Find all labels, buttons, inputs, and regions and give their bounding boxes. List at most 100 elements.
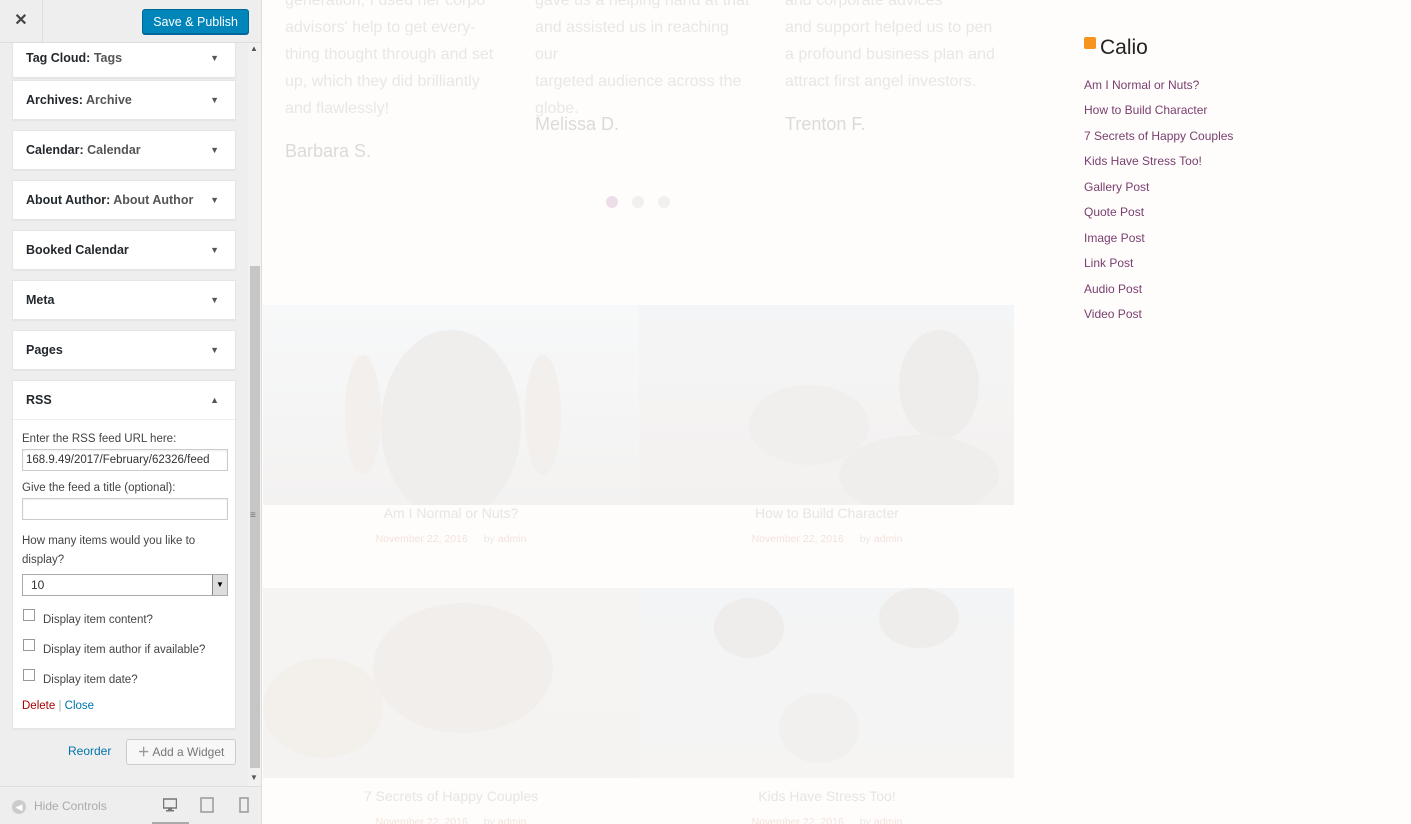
expand-arrow-icon[interactable]: ▼ [210, 181, 219, 219]
rss-link[interactable]: Quote Post [1084, 205, 1144, 219]
add-widget-button[interactable]: ＋ Add a Widget [126, 739, 236, 765]
dropdown-arrow-icon[interactable]: ▼ [212, 575, 227, 595]
feed-title-input[interactable] [22, 498, 228, 520]
post-author[interactable]: admin [874, 533, 903, 545]
rss-url-input[interactable] [22, 449, 228, 471]
expand-arrow-icon[interactable]: ▼ [210, 231, 219, 269]
widget-meta[interactable]: Meta ▼ [12, 280, 236, 320]
delete-widget-link[interactable]: Delete [22, 700, 55, 712]
rss-link[interactable]: How to Build Character [1084, 103, 1207, 117]
post-meta: November 22, 2016 by admin [639, 816, 1015, 824]
post-thumbnail[interactable] [639, 588, 1014, 778]
widget-type: Archives: [26, 93, 83, 107]
rss-link[interactable]: Audio Post [1084, 282, 1142, 296]
post-title[interactable]: 7 Secrets of Happy Couples [263, 788, 639, 804]
widgets-panel: Tag Cloud: Tags ▼ Archives: Archive ▼ Ca… [0, 42, 248, 786]
widget-title: Archive [86, 93, 132, 107]
testimonial-line: advisors' help to get every- [285, 19, 476, 36]
display-date-checkbox[interactable] [23, 669, 35, 681]
widget-header[interactable]: Calendar: Calendar ▼ [13, 131, 235, 169]
close-customizer-button[interactable]: ✕ [0, 0, 43, 42]
reorder-link[interactable]: Reorder [68, 744, 111, 758]
mobile-preview-icon[interactable] [237, 797, 251, 813]
slider-dot[interactable] [632, 196, 644, 208]
testimonial-line: attract first angel investors. [785, 73, 977, 90]
widget-pages[interactable]: Pages ▼ [12, 330, 236, 370]
desktop-preview-icon[interactable] [163, 797, 177, 813]
testimonial-line: and flawlessly! [285, 100, 390, 117]
expand-arrow-icon[interactable]: ▼ [210, 42, 219, 77]
expand-arrow-icon[interactable]: ▼ [210, 131, 219, 169]
post-title[interactable]: Kids Have Stress Too! [639, 788, 1015, 804]
widget-header[interactable]: Archives: Archive ▼ [13, 81, 235, 119]
widget-about-author[interactable]: About Author: About Author ▼ [12, 180, 236, 220]
collapse-circle-icon: ◀ [12, 800, 26, 814]
customizer-header: ✕ Save & Publish [0, 0, 261, 43]
post-date[interactable]: November 22, 2016 [376, 816, 468, 824]
testimonial-text: generation, I used her corpo advisors' h… [285, 0, 500, 122]
option-display-content[interactable]: Display item content? [22, 608, 226, 638]
add-widget-label: Add a Widget [152, 745, 225, 759]
items-count-select[interactable]: 10 ▼ [22, 574, 228, 596]
post-date[interactable]: November 22, 2016 [752, 816, 844, 824]
rss-link[interactable]: Kids Have Stress Too! [1084, 154, 1202, 168]
display-content-checkbox[interactable] [23, 609, 35, 621]
collapse-arrow-icon[interactable]: ▲ [210, 381, 219, 419]
post-by: by [483, 816, 495, 824]
post-thumbnail[interactable] [263, 588, 639, 778]
post-thumbnail[interactable] [639, 305, 1014, 505]
rss-url-label: Enter the RSS feed URL here: [22, 433, 177, 445]
widget-booked-calendar[interactable]: Booked Calendar ▼ [12, 230, 236, 270]
site-preview: generation, I used her corpo advisors' h… [262, 0, 1411, 824]
post-author[interactable]: admin [498, 816, 527, 824]
post-thumbnail-image [714, 588, 959, 763]
post-author[interactable]: admin [874, 816, 903, 824]
post-title[interactable]: Am I Normal or Nuts? [263, 505, 639, 521]
widget-type: Booked Calendar [26, 243, 129, 257]
tablet-preview-icon[interactable] [200, 797, 214, 813]
widget-header[interactable]: Booked Calendar ▼ [13, 231, 235, 269]
option-display-author[interactable]: Display item author if available? [22, 638, 226, 668]
rss-widget-title[interactable]: Calio [1100, 36, 1148, 60]
display-author-checkbox[interactable] [23, 639, 35, 651]
close-widget-link[interactable]: Close [65, 700, 94, 712]
hide-controls-label: Hide Controls [34, 799, 107, 813]
expand-arrow-icon[interactable]: ▼ [210, 281, 219, 319]
widget-type: Pages [26, 343, 63, 357]
scroll-down-icon[interactable]: ▼ [250, 773, 258, 782]
resize-handle-icon[interactable]: ≡ [250, 510, 256, 521]
slider-dot[interactable] [658, 196, 670, 208]
rss-feed-icon[interactable] [1084, 37, 1096, 49]
post-title[interactable]: How to Build Character [639, 505, 1015, 521]
widget-header[interactable]: RSS ▲ [13, 381, 235, 419]
rss-link[interactable]: Am I Normal or Nuts? [1084, 78, 1199, 92]
post-date[interactable]: November 22, 2016 [752, 533, 844, 545]
save-publish-button[interactable]: Save & Publish [142, 9, 249, 34]
plus-icon: ＋ [137, 745, 150, 759]
widget-calendar[interactable]: Calendar: Calendar ▼ [12, 130, 236, 170]
rss-link[interactable]: Video Post [1084, 307, 1142, 321]
option-display-date[interactable]: Display item date? [22, 668, 226, 698]
expand-arrow-icon[interactable]: ▼ [210, 81, 219, 119]
rss-link[interactable]: Image Post [1084, 231, 1145, 245]
widget-header[interactable]: Meta ▼ [13, 281, 235, 319]
rss-link[interactable]: Link Post [1084, 256, 1133, 270]
expand-arrow-icon[interactable]: ▼ [210, 331, 219, 369]
widget-header[interactable]: Tag Cloud: Tags ▼ [13, 42, 235, 77]
widget-rss: RSS ▲ Enter the RSS feed URL here: Give … [12, 380, 236, 729]
hide-controls-button[interactable]: ◀ Hide Controls [12, 799, 107, 814]
widget-header[interactable]: Pages ▼ [13, 331, 235, 369]
rss-link[interactable]: Gallery Post [1084, 180, 1149, 194]
post-thumbnail[interactable] [263, 305, 639, 505]
widget-archives[interactable]: Archives: Archive ▼ [12, 80, 236, 120]
widget-tag-cloud[interactable]: Tag Cloud: Tags ▼ [12, 42, 236, 78]
display-content-label: Display item content? [43, 614, 153, 626]
rss-link[interactable]: 7 Secrets of Happy Couples [1084, 129, 1233, 143]
post-date[interactable]: November 22, 2016 [376, 533, 468, 545]
separator: | [58, 700, 62, 712]
widget-header[interactable]: About Author: About Author ▼ [13, 181, 235, 219]
post-author[interactable]: admin [498, 533, 527, 545]
slider-dot-active[interactable] [606, 196, 618, 208]
items-count-value: 10 [31, 578, 45, 592]
scroll-up-icon[interactable]: ▲ [250, 44, 258, 53]
